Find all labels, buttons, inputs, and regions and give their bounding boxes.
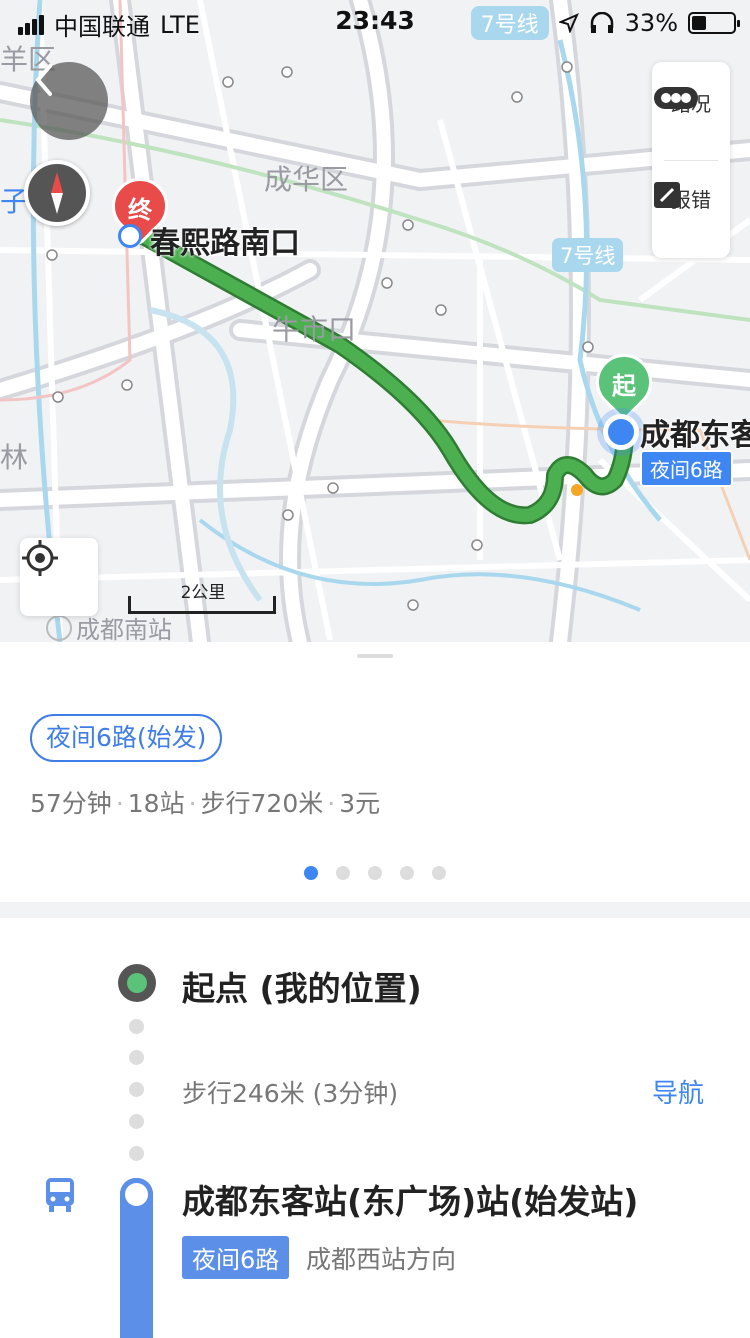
compass-button[interactable] [24,160,90,226]
map-side-panel: 路况 报错 [652,62,730,258]
railway-station-icon [46,614,72,641]
duration: 57分钟 [30,789,112,818]
battery-icon [688,12,740,34]
page-dot[interactable] [336,866,350,880]
start-place-label: 成都东客 [640,418,750,453]
district-label: 牛市口 [272,313,357,346]
walk-dot [129,1082,144,1097]
back-button[interactable] [30,62,108,140]
fare: 3元 [339,789,381,818]
location-arrow-icon [558,13,579,33]
bus-icon [46,1178,74,1212]
stop-count: 18站 [127,789,185,818]
route-chip[interactable]: 夜间6路(始发) [30,714,223,762]
start-step-title: 起点 (我的位置) [182,969,422,1008]
route-summary: 57分钟 · 18站 · 步行720米 · 3元 [30,789,381,818]
start-marker-label: 起 [612,372,636,400]
navigate-button[interactable]: 导航 [652,1073,704,1110]
battery-percent: 33% [624,9,678,37]
route-summary-card[interactable] [0,642,750,900]
drag-handle[interactable] [357,654,393,658]
page-indicator[interactable] [0,866,750,880]
map-roads [0,0,750,642]
locate-icon [22,540,58,576]
walk-dot [129,1019,144,1034]
section-divider [0,902,750,918]
headphones-icon [590,12,613,33]
start-route-tag: 夜间6路 [640,450,733,487]
metro-line-label: 7号线 [552,238,624,272]
scale-bar [128,596,276,614]
page-dot[interactable] [400,866,414,880]
report-error-button[interactable]: 报错 [652,180,730,213]
compass-icon [51,172,63,214]
metro-line-pill: 7号线 [470,6,549,40]
current-location-icon [603,414,639,450]
page-dot[interactable] [368,866,382,880]
district-label: 成华区 [264,163,349,196]
start-point-icon [118,964,156,1002]
end-place-label: 春熙路南口 [150,226,300,261]
page-dot[interactable] [304,866,318,880]
direction-text: 成都西站方向 [306,1245,457,1274]
board-stop-icon [120,1178,153,1211]
walk-distance: 步行720米 [200,789,324,818]
district-label: 林 [0,441,29,474]
map-scale: 2公里 [128,578,278,614]
divider [664,160,718,161]
metro-station-icon [118,224,142,248]
walk-dot [129,1050,144,1065]
page-dot[interactable] [432,866,446,880]
end-marker-label: 终 [128,196,152,224]
chevron-left-icon [35,64,52,96]
walk-step-text: 步行246米 (3分钟) [182,1079,399,1108]
traffic-button[interactable]: 路况 [652,84,730,117]
bus-line-badge[interactable]: 夜间6路 [182,1236,290,1279]
board-station[interactable]: 成都东客站(东广场)站(始发站) [182,1175,638,1223]
locate-button[interactable] [20,538,98,616]
map-view[interactable]: 羊区 成华区 牛市口 林 子 7号线 终 春熙路南口 起 成都东客 夜间6路 成… [0,0,750,642]
edit-icon [654,182,680,208]
walk-dot [129,1114,144,1129]
walk-dot [129,1146,144,1161]
status-bar: 中国联通 LTE 23:43 7号线 33% [0,0,750,41]
traffic-icon [654,87,698,109]
